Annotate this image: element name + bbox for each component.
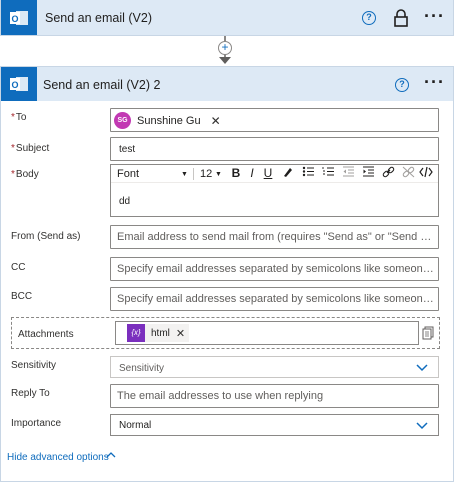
switch-to-array-icon[interactable] (422, 326, 434, 340)
importance-label: Importance (11, 418, 62, 429)
rich-text-toolbar: Font ▼ 12 ▼ B I U (111, 165, 438, 183)
from-placeholder: Email address to send mail from (require… (117, 231, 435, 243)
required-mark: * (11, 169, 15, 180)
body-label: *Body (11, 169, 39, 180)
toolbar-divider (193, 168, 194, 180)
insert-step-plus-icon[interactable]: + (218, 41, 232, 55)
subject-label: *Subject (11, 143, 49, 154)
from-field[interactable]: Email address to send mail from (require… (110, 225, 439, 249)
font-size-select[interactable]: 12 (200, 168, 212, 180)
decrease-indent-icon[interactable] (341, 166, 355, 181)
card-title: Send an email (V2) (45, 11, 153, 25)
underline-button[interactable]: U (261, 166, 275, 181)
help-circle-icon[interactable]: ? (395, 78, 409, 92)
sensitivity-label: Sensitivity (11, 360, 57, 371)
attachments-field[interactable]: {x} html ✕ (115, 321, 419, 345)
remove-token-icon[interactable]: ✕ (211, 114, 221, 128)
required-mark: * (11, 112, 15, 123)
lock-icon[interactable] (393, 9, 409, 27)
code-view-icon[interactable] (419, 166, 433, 181)
subject-field[interactable]: test (110, 137, 439, 161)
bcc-label: BCC (11, 291, 33, 302)
recipient-token[interactable]: SG Sunshine Gu ✕ (114, 112, 221, 129)
font-caret-icon[interactable]: ▼ (181, 171, 188, 178)
action-card-send-email-v2[interactable]: O Send an email (V2) ? ··· (0, 0, 454, 36)
outlook-icon: O (1, 0, 37, 35)
cc-placeholder: Specify email addresses separated by sem… (117, 263, 435, 275)
to-label-text: To (15, 112, 27, 123)
unlink-icon[interactable] (401, 166, 415, 181)
from-label: From (Send as) (11, 231, 81, 242)
bcc-field[interactable]: Specify email addresses separated by sem… (110, 287, 439, 311)
importance-value: Normal (119, 420, 152, 431)
subject-value: test (119, 144, 136, 155)
required-mark: * (11, 143, 15, 154)
bullet-list-icon[interactable] (301, 166, 315, 181)
italic-button[interactable]: I (245, 166, 259, 181)
sensitivity-placeholder: Sensitivity (119, 363, 165, 374)
more-options-icon[interactable]: ··· (424, 73, 445, 91)
avatar: SG (114, 112, 131, 129)
action-card-send-email-v2-2: O Send an email (V2) 2 ? ··· *To SG Suns… (0, 66, 454, 482)
chevron-up-icon[interactable] (106, 451, 116, 459)
cc-label: CC (11, 262, 26, 273)
reply-to-label: Reply To (11, 388, 50, 399)
to-field[interactable]: SG Sunshine Gu ✕ (110, 108, 439, 132)
font-select[interactable]: Font (117, 168, 139, 180)
link-icon[interactable] (381, 166, 395, 181)
attachments-label: Attachments (18, 329, 74, 340)
bcc-placeholder: Specify email addresses separated by sem… (117, 293, 435, 305)
numbered-list-icon[interactable] (321, 166, 335, 181)
card-title: Send an email (V2) 2 (43, 78, 161, 92)
chevron-down-icon[interactable] (416, 420, 428, 430)
svg-text:O: O (11, 14, 18, 24)
importance-dropdown[interactable]: Normal (110, 414, 439, 436)
expression-token[interactable]: {x} html ✕ (127, 324, 190, 342)
sensitivity-dropdown[interactable]: Sensitivity (110, 356, 439, 378)
remove-token-icon[interactable]: ✕ (176, 327, 185, 340)
font-color-icon[interactable] (281, 166, 295, 181)
subject-label-text: Subject (15, 143, 50, 154)
expression-name: html (151, 327, 170, 339)
increase-indent-icon[interactable] (361, 166, 375, 181)
outlook-icon: O (1, 67, 37, 101)
size-caret-icon[interactable]: ▼ (215, 171, 222, 178)
to-label: *To (11, 112, 26, 123)
body-value: dd (119, 196, 131, 207)
body-label-text: Body (15, 169, 39, 180)
arrow-down-icon (219, 57, 231, 64)
attachments-section: Attachments {x} html ✕ (11, 317, 440, 349)
bold-button[interactable]: B (229, 166, 243, 181)
card-header[interactable]: O Send an email (V2) 2 ? ··· (1, 67, 453, 101)
reply-to-placeholder: The email addresses to use when replying (117, 390, 324, 402)
reply-to-field[interactable]: The email addresses to use when replying (110, 384, 439, 408)
body-editor[interactable]: Font ▼ 12 ▼ B I U dd (110, 164, 439, 217)
help-circle-icon[interactable]: ? (362, 11, 376, 25)
more-options-icon[interactable]: ··· (424, 7, 445, 25)
chevron-down-icon[interactable] (416, 362, 428, 372)
expression-icon: {x} (127, 324, 145, 342)
cc-field[interactable]: Specify email addresses separated by sem… (110, 257, 439, 281)
hide-advanced-options-link[interactable]: Hide advanced options (7, 452, 109, 463)
recipient-name: Sunshine Gu (137, 114, 201, 127)
svg-text:O: O (11, 80, 18, 90)
